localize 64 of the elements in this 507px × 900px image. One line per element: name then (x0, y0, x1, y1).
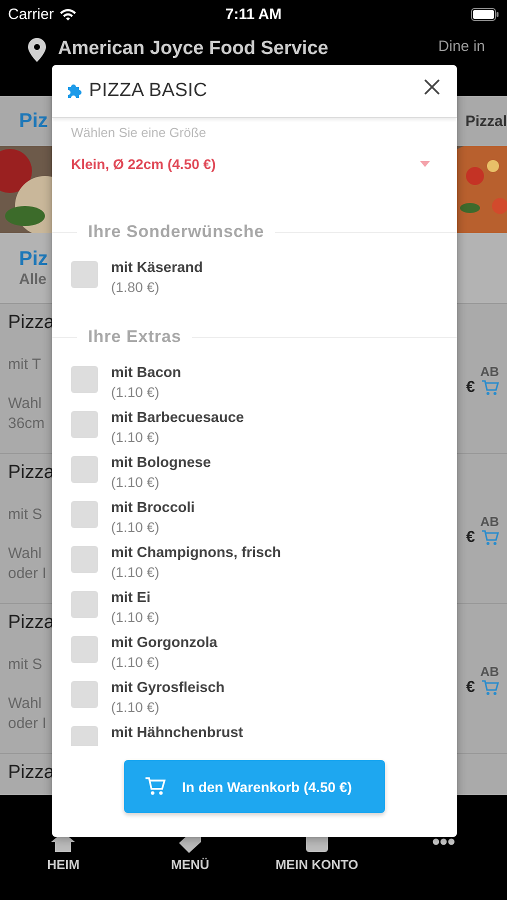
battery-icon (471, 8, 499, 20)
price: € (466, 679, 475, 697)
option-name: mit Käserand (111, 260, 203, 276)
dine-in-toggle[interactable]: Dine in (438, 38, 485, 55)
product-description: mit S (8, 656, 44, 673)
option-price: (1.10 €) (111, 384, 160, 400)
option-price: (1.10 €) (111, 429, 160, 445)
category-title[interactable]: Pizzal (465, 112, 507, 130)
cart-icon[interactable] (481, 530, 499, 546)
price: € (466, 529, 475, 547)
option-name: mit Ei (111, 590, 152, 606)
product-description: oder I (8, 715, 48, 732)
checkbox[interactable] (71, 681, 98, 708)
checkbox[interactable] (71, 261, 98, 288)
location-pin-icon (28, 38, 46, 62)
size-dropdown[interactable]: Klein, Ø 22cm (4.50 €) (71, 156, 438, 172)
product-description: 36cm (8, 415, 46, 432)
wifi-icon (58, 8, 77, 20)
price: € (466, 379, 475, 397)
option-name: mit Gorgonzola (111, 635, 218, 651)
cart-icon[interactable] (481, 680, 499, 696)
option-name: mit Gyrosfleisch (111, 680, 225, 696)
product-description: Wahl (8, 545, 43, 562)
price-prefix: AB (480, 514, 499, 529)
restaurant-name: American Joyce Food Service (58, 38, 330, 60)
option-name: mit Champignons, frisch (111, 545, 281, 561)
puzzle-icon (65, 82, 83, 100)
option-price: (1.10 €) (111, 609, 160, 625)
option-price: (1.80 €) (111, 279, 160, 295)
product-description: mit S (8, 506, 44, 523)
cart-icon[interactable] (481, 380, 499, 396)
option-price: (1.10 €) (111, 474, 160, 490)
cart-icon (144, 777, 166, 796)
checkbox[interactable] (71, 366, 98, 393)
carrier-label: Carrier (8, 6, 54, 22)
checkbox[interactable] (71, 456, 98, 483)
option-name: mit Hähnchenbrust (111, 725, 244, 741)
size-label: Wählen Sie eine Größe (71, 125, 206, 140)
checkbox[interactable] (71, 591, 98, 618)
option-price: (1.10 €) (111, 564, 160, 580)
option-name: mit Broccoli (111, 500, 195, 516)
option-price: (1.10 €) (111, 519, 160, 535)
option-name: mit Barbecuesauce (111, 410, 244, 426)
option-price: (1.10 €) (111, 699, 160, 715)
product-description: Wahl (8, 395, 43, 412)
checkbox[interactable] (71, 726, 98, 746)
checkbox[interactable] (71, 501, 98, 528)
price-prefix: AB (480, 364, 499, 379)
option-price: (1.10 €) (111, 654, 160, 670)
checkbox[interactable] (71, 411, 98, 438)
close-icon[interactable] (423, 78, 441, 96)
section-subtitle: Alle (19, 271, 47, 288)
option-name: mit Bacon (111, 365, 182, 381)
caret-icon (420, 161, 430, 167)
checkbox[interactable] (71, 546, 98, 573)
clock: 7:11 AM (225, 6, 282, 23)
price-prefix: AB (480, 664, 499, 679)
dialog-title: PIZZA BASIC (89, 80, 208, 102)
checkbox[interactable] (71, 636, 98, 663)
product-description: mit T (8, 356, 42, 373)
section-title: Piz (19, 248, 48, 271)
product-description: oder I (8, 565, 48, 582)
option-name: mit Bolognese (111, 455, 211, 471)
product-description: Wahl (8, 695, 43, 712)
